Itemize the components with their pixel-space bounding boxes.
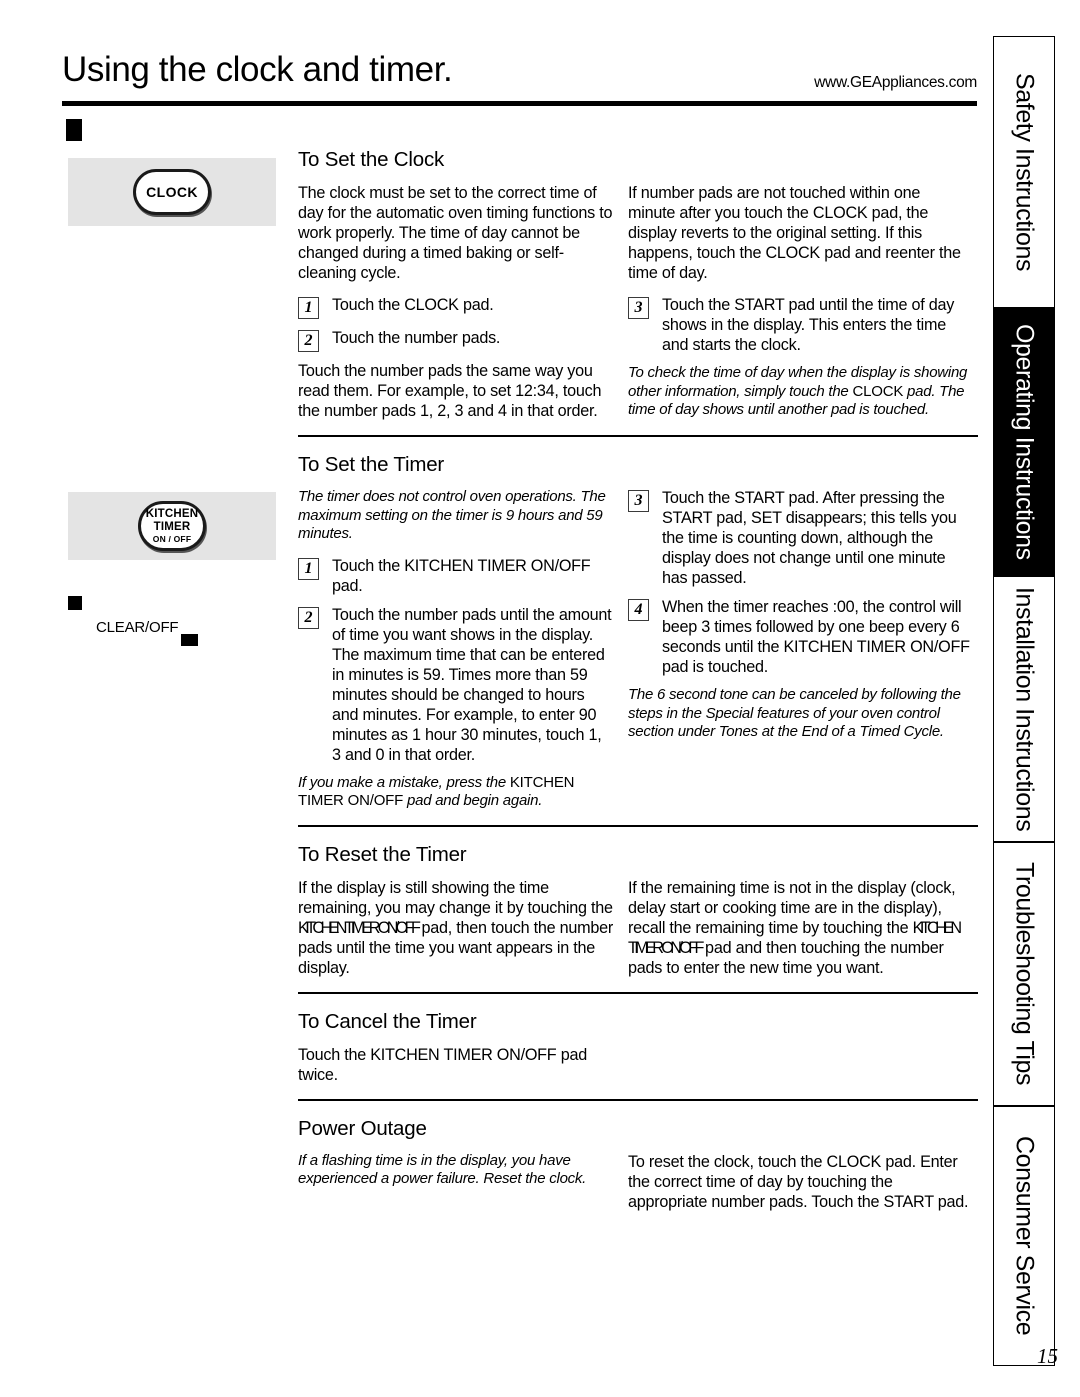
section-set-timer: To Set the Timer The timer does not cont… bbox=[298, 453, 978, 811]
section-reset-timer: To Reset the Timer If the display is sti… bbox=[298, 843, 978, 978]
header-website-url: www.GEAppliances.com bbox=[814, 74, 977, 91]
section-tab-sidebar: Safety Instructions Operating Instructio… bbox=[993, 36, 1055, 1366]
reset-timer-right-body: If the remaining time is not in the disp… bbox=[628, 878, 970, 978]
sidebar-tab-label: Troubleshooting Tips bbox=[1010, 862, 1039, 1086]
body-part-a: If the display is still showing the time… bbox=[298, 878, 613, 917]
set-timer-step-4: 4 When the timer reaches :00, the contro… bbox=[628, 597, 970, 677]
note-part-b: pad and begin again. bbox=[403, 792, 543, 810]
section-divider bbox=[298, 824, 978, 827]
step-number-badge: 2 bbox=[298, 606, 319, 629]
step-text: Touch the number pads. bbox=[332, 329, 501, 347]
set-timer-step-3: 3 Touch the START pad. After pressing th… bbox=[628, 488, 970, 588]
section-set-clock: To Set the Clock The clock must be set t… bbox=[298, 148, 978, 421]
sidebar-tab-label: Safety Instructions bbox=[1010, 72, 1039, 272]
kitchen-timer-pad-panel: KITCHEN TIMER ON / OFF bbox=[68, 492, 276, 560]
sidebar-tab-label: Consumer Service bbox=[1010, 1136, 1039, 1336]
clear-off-text: CLEAR/OFF bbox=[96, 619, 179, 636]
section-title-set-timer: To Set the Timer bbox=[298, 453, 445, 476]
step-text: Touch the CLOCK pad. bbox=[332, 296, 494, 314]
set-clock-right-intro: If number pads are not touched within on… bbox=[628, 184, 961, 282]
set-clock-right-column: If number pads are not touched within on… bbox=[628, 183, 970, 421]
section-power-outage: Power Outage If a flashing time is in th… bbox=[298, 1117, 978, 1212]
set-timer-intro-italic: The timer does not control oven operatio… bbox=[298, 488, 606, 543]
set-clock-note: To check the time of day when the displa… bbox=[628, 364, 970, 420]
clear-off-label: CLEAR/OFF bbox=[96, 619, 199, 646]
header-rule bbox=[62, 101, 977, 106]
clock-pad-button[interactable]: CLOCK bbox=[133, 169, 211, 215]
set-timer-note: If you make a mistake, press the KITCHEN… bbox=[298, 774, 614, 811]
reset-timer-left-column: If the display is still showing the time… bbox=[298, 878, 628, 978]
main-content: To Set the Clock The clock must be set t… bbox=[298, 148, 978, 1212]
set-clock-step-2: 2 Touch the number pads. bbox=[298, 328, 614, 352]
set-clock-intro: The clock must be set to the correct tim… bbox=[298, 184, 613, 282]
note-part-a: If you make a mistake, press the bbox=[298, 773, 510, 791]
power-outage-right-column: To reset the clock, touch the CLOCK pad.… bbox=[628, 1152, 970, 1212]
section-divider bbox=[298, 435, 978, 437]
step-text: When the timer reaches :00, the control … bbox=[662, 598, 970, 676]
timer-pad-label-line1: KITCHEN bbox=[145, 507, 199, 520]
step-number-badge: 4 bbox=[628, 599, 649, 621]
section-title-set-clock: To Set the Clock bbox=[298, 148, 445, 171]
timer-pad-label-line3: ON / OFF bbox=[152, 533, 192, 544]
section-divider bbox=[298, 991, 978, 994]
power-outage-body: To reset the clock, touch the CLOCK pad.… bbox=[628, 1152, 969, 1211]
section-divider bbox=[298, 1098, 978, 1101]
sidebar-tab-safety-instructions[interactable]: Safety Instructions bbox=[993, 36, 1055, 308]
timer-pad-label-line2: TIMER bbox=[153, 520, 191, 533]
clear-off-bullet-square bbox=[68, 596, 82, 610]
set-clock-left-column: The clock must be set to the correct tim… bbox=[298, 183, 628, 421]
step-text: Touch the number pads until the amount o… bbox=[332, 605, 612, 764]
step-text: Touch the START pad until the time of da… bbox=[662, 296, 955, 354]
sidebar-tab-label: Operating Instructions bbox=[1010, 324, 1039, 560]
step-text: Touch the KITCHEN TIMER ON/OFF pad. bbox=[332, 556, 591, 595]
set-timer-step-1: 1 Touch the KITCHEN TIMER ON/OFF pad. bbox=[298, 556, 614, 596]
set-clock-step-3: 3 Touch the START pad until the time of … bbox=[628, 295, 970, 355]
set-clock-outro: Touch the number pads the same way you r… bbox=[298, 362, 602, 420]
body-part-a: If the remaining time is not in the disp… bbox=[628, 878, 956, 937]
manual-page: Using the clock and timer. www.GEApplian… bbox=[0, 0, 1080, 1397]
header-bullet-square bbox=[66, 119, 82, 141]
set-timer-left-column: The timer does not control oven operatio… bbox=[298, 488, 628, 811]
reset-timer-right-column: If the remaining time is not in the disp… bbox=[628, 878, 970, 978]
cancel-timer-body: Touch the KITCHEN TIMER ON/OFF pad twice… bbox=[298, 1045, 587, 1084]
sidebar-tab-label: Installation Instructions bbox=[1010, 586, 1039, 832]
power-outage-left-column: If a flashing time is in the display, yo… bbox=[298, 1152, 628, 1212]
cancel-timer-right-column bbox=[628, 1045, 970, 1085]
section-title-reset-timer: To Reset the Timer bbox=[298, 842, 467, 866]
body-caps-kitchen-timer: KITCHEN TIMER ON/OFF bbox=[298, 918, 421, 937]
power-outage-italic-body: If a flashing time is in the display, yo… bbox=[298, 1151, 587, 1188]
clock-pad-panel: CLOCK bbox=[68, 158, 276, 226]
section-cancel-timer: To Cancel the Timer Touch the KITCHEN TI… bbox=[298, 1010, 978, 1085]
step-number-badge: 1 bbox=[298, 557, 319, 580]
step-number-badge: 3 bbox=[628, 490, 649, 512]
sidebar-tab-installation-instructions[interactable]: Installation Instructions bbox=[993, 576, 1055, 842]
step-number-badge: 1 bbox=[298, 297, 319, 319]
step-text: Touch the START pad. After pressing the … bbox=[662, 489, 957, 587]
set-timer-right-column: 3 Touch the START pad. After pressing th… bbox=[628, 488, 970, 811]
section-title-power-outage: Power Outage bbox=[298, 1116, 427, 1140]
note-caps-clock: CLOCK bbox=[852, 382, 904, 400]
sidebar-tab-operating-instructions[interactable]: Operating Instructions bbox=[993, 308, 1055, 576]
kitchen-timer-on-off-pad-button[interactable]: KITCHEN TIMER ON / OFF bbox=[138, 501, 206, 551]
step-number-badge: 2 bbox=[298, 330, 319, 352]
sidebar-tab-consumer-service[interactable]: Consumer Service bbox=[993, 1106, 1055, 1366]
clock-pad-label: CLOCK bbox=[146, 184, 198, 200]
set-timer-step-2: 2 Touch the number pads until the amount… bbox=[298, 605, 614, 765]
page-number: 15 bbox=[1037, 1344, 1058, 1368]
cancel-timer-left-column: Touch the KITCHEN TIMER ON/OFF pad twice… bbox=[298, 1045, 628, 1085]
set-timer-right-note: The 6 second tone can be canceled by fol… bbox=[628, 686, 961, 741]
sidebar-tab-troubleshooting-tips[interactable]: Troubleshooting Tips bbox=[993, 842, 1055, 1106]
section-title-cancel-timer: To Cancel the Timer bbox=[298, 1009, 477, 1033]
page-title: Using the clock and timer. bbox=[62, 50, 453, 89]
reset-timer-left-body: If the display is still showing the time… bbox=[298, 878, 614, 978]
set-clock-step-1: 1 Touch the CLOCK pad. bbox=[298, 295, 614, 319]
step-number-badge: 3 bbox=[628, 297, 649, 319]
